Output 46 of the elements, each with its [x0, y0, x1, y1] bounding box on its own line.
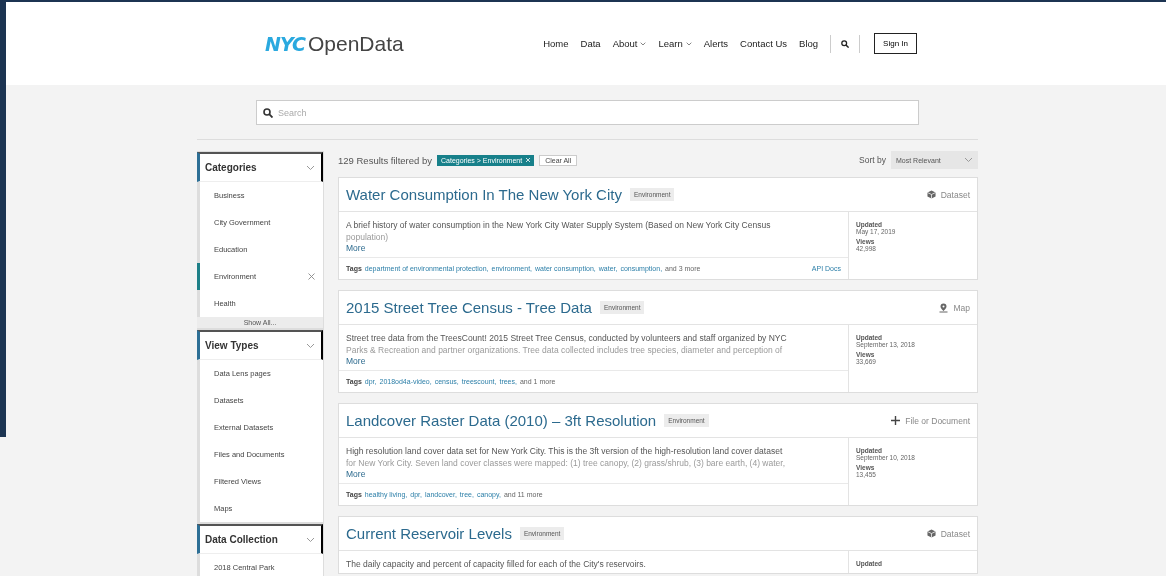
filter-section-header[interactable]: View Types: [197, 330, 323, 360]
more-link[interactable]: More: [339, 356, 848, 370]
results-summary: 129 Results filtered by: [338, 154, 432, 166]
map-pin-icon: [939, 302, 949, 313]
result-title[interactable]: Water Consumption In The New York City: [346, 186, 622, 203]
filter-section-header[interactable]: Data Collection: [197, 524, 323, 554]
description-text: population): [346, 232, 390, 243]
result-title[interactable]: 2015 Street Tree Census - Tree Data: [346, 299, 592, 316]
nav-link[interactable]: Blog: [799, 38, 819, 49]
cube-icon: [926, 190, 936, 199]
description-text: The daily capacity and percent of capacity filled for each of the City's reservoirs.: [346, 558, 647, 571]
close-icon[interactable]: [308, 273, 315, 280]
more-link[interactable]: More: [339, 469, 848, 483]
description-text: Parks & Recreation and partner organizations. Tree data collected includes tree species, diameter and perception of: [346, 345, 784, 356]
result-title[interactable]: Current Reservoir Levels: [346, 525, 512, 542]
filter-section-header[interactable]: Categories: [197, 152, 323, 182]
asset-type-label: Map: [953, 302, 970, 313]
search-field[interactable]: Search: [256, 100, 919, 125]
logo-text[interactable]: OpenData: [307, 31, 404, 56]
asset-type-label: Dataset: [940, 528, 970, 539]
nav-link[interactable]: Learn: [658, 38, 692, 49]
description-text: A brief history of water consumption in the New York City Water Supply System (Based on New York City Census: [346, 219, 772, 232]
nav-link[interactable]: Data: [580, 38, 601, 49]
sort-label: Sort by: [859, 155, 886, 165]
chevron-down-icon: [306, 536, 315, 543]
sign-in-button[interactable]: Sign In: [874, 33, 917, 54]
nav-link[interactable]: Contact Us: [740, 38, 788, 49]
nav-link[interactable]: About: [612, 38, 647, 49]
asset-type-label: Dataset: [940, 189, 970, 200]
description-text: for New York City. Seven land cover classes were mapped: (1) tree canopy, (2) grass/shrub, (3) bare earth, (4) water,: [346, 458, 787, 469]
chevron-down-icon: [306, 342, 315, 349]
asset-type-label: File or Document: [905, 415, 970, 426]
chevron-down-icon: [685, 41, 692, 46]
chevron-down-icon: [964, 157, 973, 163]
chevron-down-icon: [306, 164, 315, 171]
search-icon[interactable]: [841, 39, 850, 48]
result-title[interactable]: Landcover Raster Data (2010) – 3ft Resolution: [346, 412, 657, 429]
nav-link[interactable]: Home: [543, 38, 569, 49]
nav-link[interactable]: Alerts: [703, 38, 729, 49]
description-text: High resolution land cover data set for New York City. This is the 3ft version of the high-resolution land cover dataset: [346, 445, 784, 458]
description-text: Street tree data from the TreesCount! 2015 Street Tree Census, conducted by volunteers and staff organized by NYC: [346, 332, 788, 345]
chevron-down-icon: [640, 41, 647, 46]
cube-icon: [926, 529, 936, 538]
search-icon: [263, 108, 273, 118]
plus-icon: [891, 416, 901, 425]
more-link[interactable]: More: [339, 243, 848, 257]
